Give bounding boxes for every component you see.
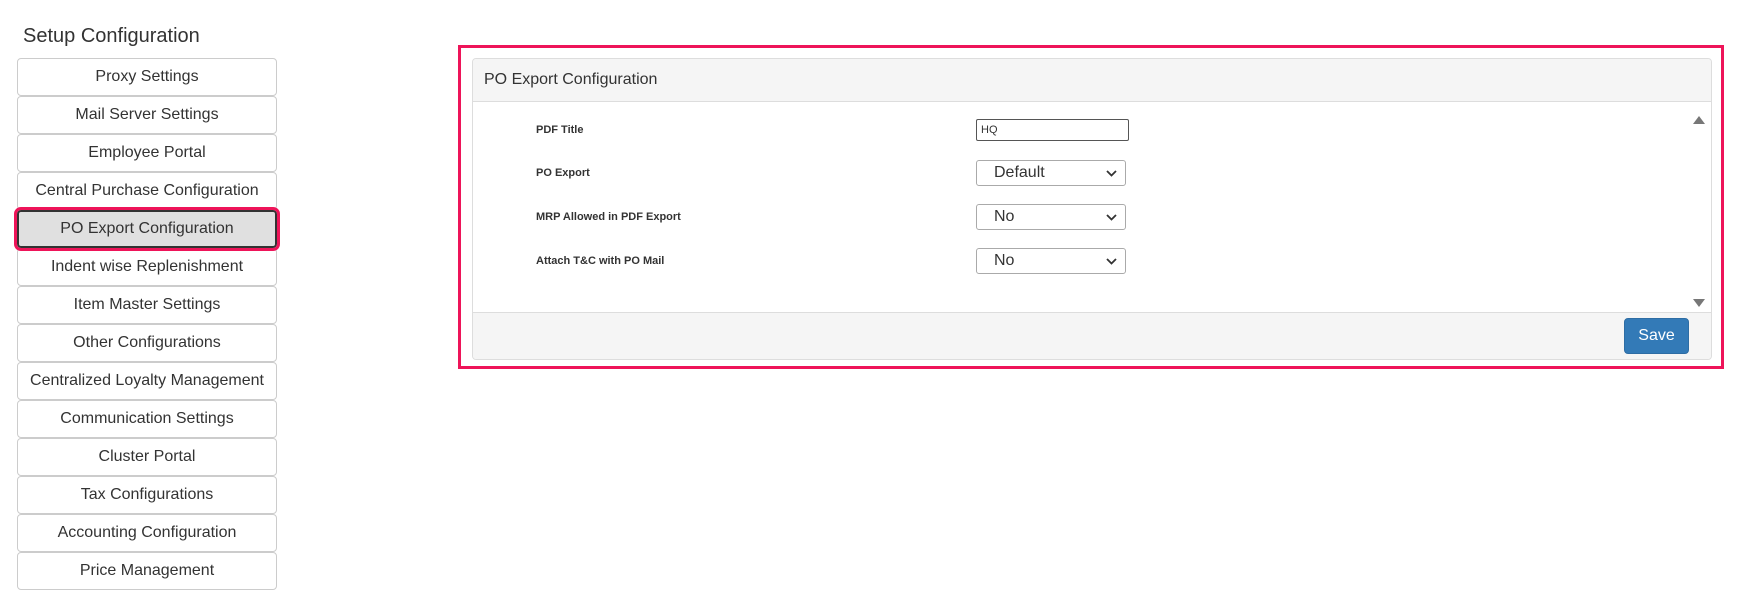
chevron-down-icon bbox=[1105, 167, 1117, 179]
panel-title: PO Export Configuration bbox=[473, 59, 1711, 102]
pdf-title-row: PDF Title HQ bbox=[536, 117, 1671, 143]
sidebar-title: Setup Configuration bbox=[23, 25, 200, 47]
po-export-row: PO Export Default bbox=[536, 160, 1671, 186]
chevron-down-icon bbox=[1105, 255, 1117, 267]
sidebar-nav: Proxy Settings Mail Server Settings Empl… bbox=[14, 58, 280, 590]
sidebar-item-proxy-settings[interactable]: Proxy Settings bbox=[17, 58, 277, 96]
sidebar-item-centralized-loyalty-management[interactable]: Centralized Loyalty Management bbox=[17, 362, 277, 400]
mrp-allowed-select[interactable]: No bbox=[976, 204, 1126, 230]
sidebar-item-item-master-settings[interactable]: Item Master Settings bbox=[17, 286, 277, 324]
sidebar-item-communication-settings[interactable]: Communication Settings bbox=[17, 400, 277, 438]
panel-footer: Save bbox=[473, 312, 1711, 359]
attach-tc-row: Attach T&C with PO Mail No bbox=[536, 248, 1671, 274]
attach-tc-select[interactable]: No bbox=[976, 248, 1126, 274]
save-button[interactable]: Save bbox=[1624, 318, 1689, 354]
sidebar-item-tax-configurations[interactable]: Tax Configurations bbox=[17, 476, 277, 514]
pdf-title-label: PDF Title bbox=[536, 124, 584, 136]
mrp-allowed-value: No bbox=[994, 208, 1015, 225]
pdf-title-input[interactable]: HQ bbox=[976, 119, 1129, 141]
sidebar-item-other-configurations[interactable]: Other Configurations bbox=[17, 324, 277, 362]
mrp-allowed-row: MRP Allowed in PDF Export No bbox=[536, 204, 1671, 230]
sidebar: Setup Configuration Proxy Settings Mail … bbox=[14, 22, 280, 590]
panel-body: PDF Title HQ PO Export Default MRP Allow… bbox=[473, 102, 1711, 313]
po-export-select[interactable]: Default bbox=[976, 160, 1126, 186]
po-export-label: PO Export bbox=[536, 167, 590, 179]
sidebar-item-indent-wise-replenishment[interactable]: Indent wise Replenishment bbox=[17, 248, 277, 286]
sidebar-item-po-export-configuration[interactable]: PO Export Configuration bbox=[14, 207, 280, 251]
triangle-down-icon[interactable] bbox=[1693, 295, 1705, 307]
attach-tc-label: Attach T&C with PO Mail bbox=[536, 255, 665, 267]
po-export-value: Default bbox=[994, 164, 1045, 181]
sidebar-item-cluster-portal[interactable]: Cluster Portal bbox=[17, 438, 277, 476]
attach-tc-value: No bbox=[994, 252, 1015, 269]
sidebar-item-mail-server-settings[interactable]: Mail Server Settings bbox=[17, 96, 277, 134]
sidebar-item-accounting-configuration[interactable]: Accounting Configuration bbox=[17, 514, 277, 552]
po-export-panel: PO Export Configuration PDF Title HQ PO … bbox=[472, 58, 1712, 360]
triangle-up-icon[interactable] bbox=[1693, 112, 1705, 124]
sidebar-item-employee-portal[interactable]: Employee Portal bbox=[17, 134, 277, 172]
sidebar-item-central-purchase-configuration[interactable]: Central Purchase Configuration bbox=[17, 172, 277, 210]
mrp-allowed-label: MRP Allowed in PDF Export bbox=[536, 211, 681, 223]
chevron-down-icon bbox=[1105, 211, 1117, 223]
sidebar-item-price-management[interactable]: Price Management bbox=[17, 552, 277, 590]
